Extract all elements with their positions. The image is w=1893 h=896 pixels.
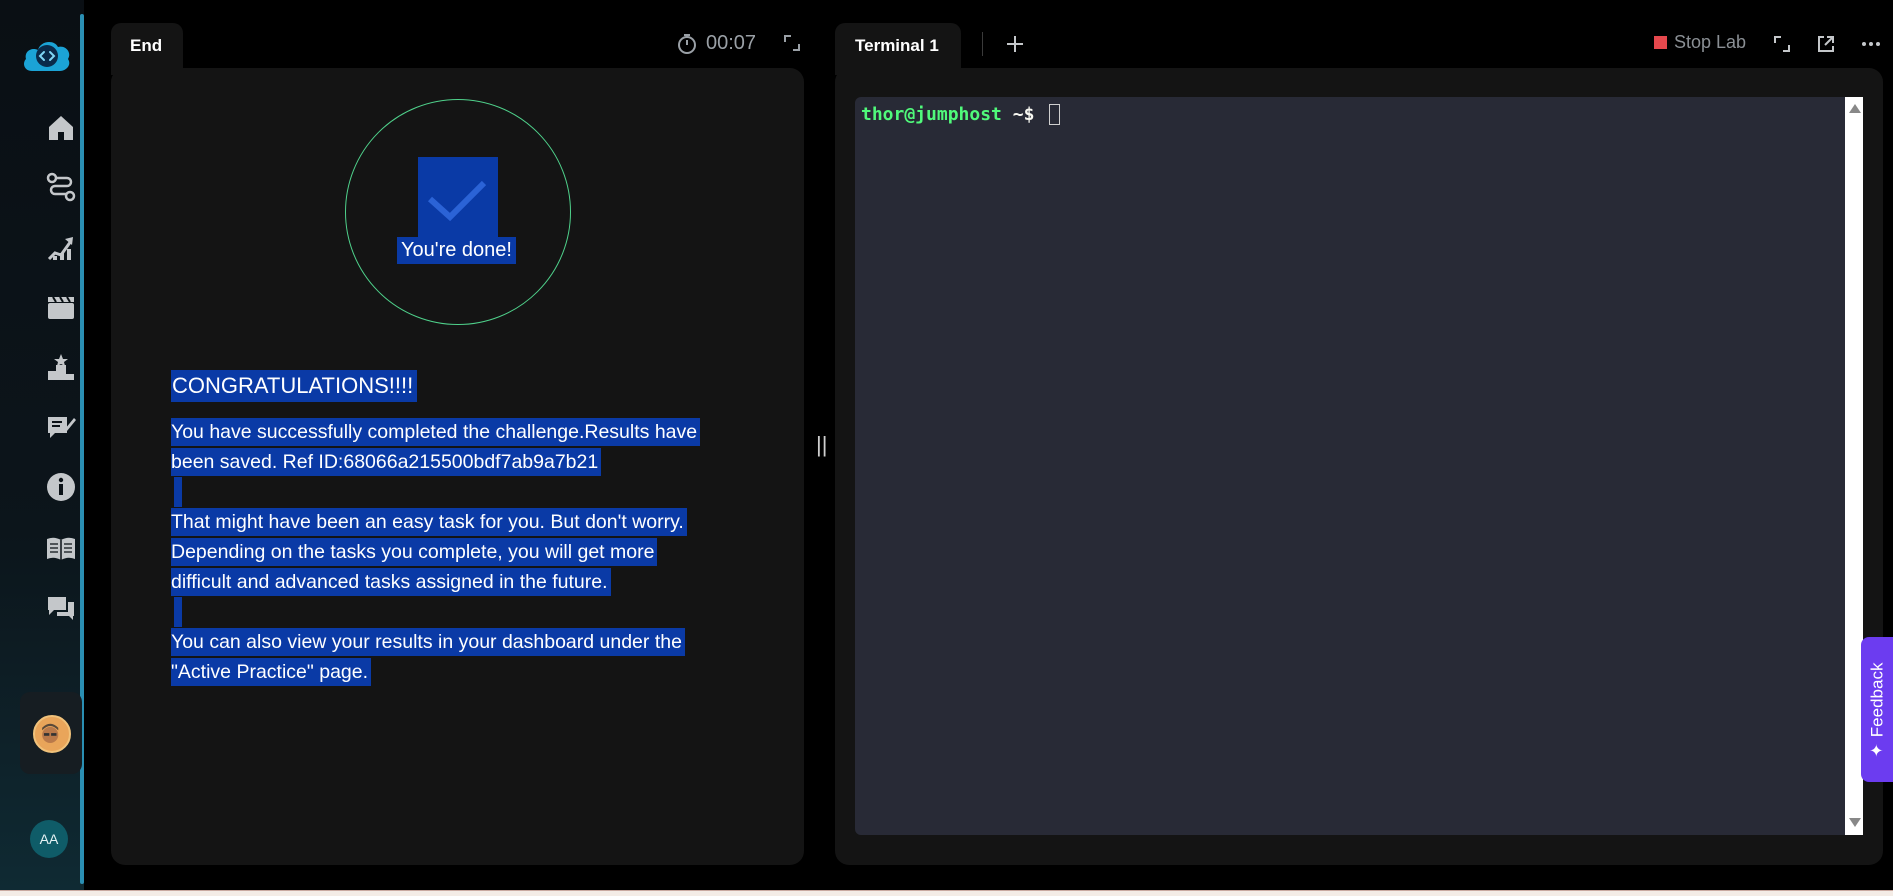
chat-icon[interactable]	[44, 591, 78, 625]
tab-end[interactable]: End	[111, 23, 183, 75]
difficulty-line-2: Depending on the tasks you complete, you…	[171, 538, 658, 566]
prompt-user: thor@jumphost	[861, 104, 1002, 125]
leaderboard-icon[interactable]	[44, 350, 78, 384]
timer-value: 00:07	[706, 32, 757, 54]
difficulty-line-1: That might have been an easy task for yo…	[171, 508, 687, 536]
timer: 00:07	[676, 32, 756, 55]
feedback-label: Feedback	[1867, 662, 1887, 737]
route-icon[interactable]	[44, 170, 78, 204]
checkmark-icon	[418, 157, 498, 237]
edit-notes-icon[interactable]	[44, 410, 78, 444]
user-initials-avatar[interactable]: AA	[30, 820, 68, 858]
result-line-2: been saved. Ref ID:68066a215500bdf7ab9a7…	[171, 448, 602, 476]
more-options-icon[interactable]	[1860, 33, 1882, 55]
avatar[interactable]	[33, 715, 71, 753]
terminal-cursor	[1049, 104, 1060, 125]
result-message: You have successfully completed the chal…	[171, 417, 771, 477]
dashboard-line-2: "Active Practice" page.	[171, 658, 372, 686]
stop-icon	[1654, 36, 1667, 49]
terminal-prompt: thor@jumphost ~$	[861, 104, 1034, 125]
congrats-heading: CONGRATULATIONS!!!!	[171, 370, 418, 402]
lab-app: AA End 00:07 You're done! CONGRATULATION…	[0, 0, 1893, 890]
stopwatch-icon	[678, 33, 696, 54]
tab-separator	[982, 32, 983, 56]
done-label: You're done!	[397, 237, 516, 264]
expand-icon[interactable]	[1771, 33, 1793, 55]
stop-lab-label: Stop Lab	[1674, 32, 1747, 52]
expand-icon[interactable]	[782, 33, 802, 53]
scroll-down-arrow-icon[interactable]	[1849, 818, 1861, 827]
selection-gap	[174, 477, 182, 507]
difficulty-line-3: difficult and advanced tasks assigned in…	[171, 568, 611, 596]
selection-gap	[174, 597, 182, 627]
clapperboard-icon[interactable]	[44, 290, 78, 324]
feedback-button[interactable]: ✦ Feedback	[1861, 637, 1893, 782]
dashboard-message: You can also view your results in your d…	[171, 627, 771, 687]
open-external-icon[interactable]	[1815, 33, 1837, 55]
growth-chart-icon[interactable]	[44, 230, 78, 264]
home-icon[interactable]	[44, 111, 78, 145]
terminal-screen[interactable]	[855, 97, 1845, 835]
add-tab-icon[interactable]	[1004, 33, 1026, 55]
tab-terminal-1[interactable]: Terminal 1	[835, 23, 961, 75]
bottom-edge	[0, 890, 1893, 896]
info-icon[interactable]	[44, 470, 78, 504]
result-line-1: You have successfully completed the chal…	[171, 418, 701, 446]
prompt-suffix: ~$	[1001, 104, 1035, 125]
book-icon[interactable]	[44, 531, 78, 565]
difficulty-message: That might have been an easy task for yo…	[171, 507, 771, 597]
dashboard-line-1: You can also view your results in your d…	[171, 628, 685, 656]
stop-lab-button[interactable]: Stop Lab	[1654, 32, 1746, 53]
cloud-code-icon[interactable]	[20, 37, 72, 73]
resize-handle[interactable]: ||	[816, 432, 827, 458]
scroll-up-arrow-icon[interactable]	[1849, 104, 1861, 113]
sparkle-icon: ✦	[1867, 742, 1887, 757]
